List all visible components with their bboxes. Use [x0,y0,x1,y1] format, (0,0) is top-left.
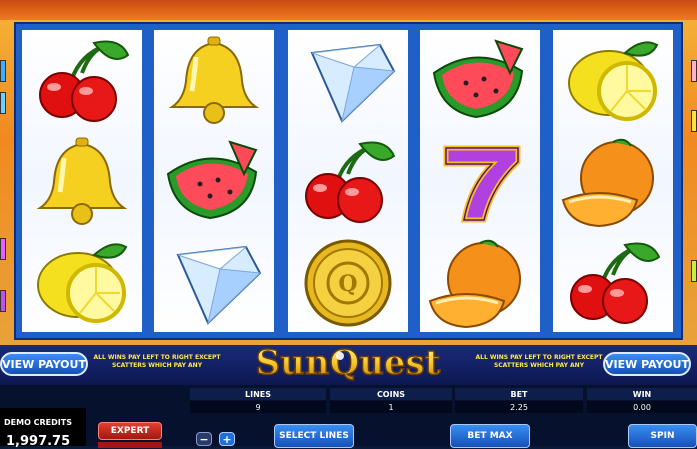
line-marker-left-2 [0,92,6,114]
line-marker-right-1 [691,60,697,82]
line-marker-right-2 [691,110,697,132]
reel-3-symbol-1 [288,30,408,130]
top-bar [0,0,697,20]
win-value: 0.00 [587,401,697,413]
reel-3-symbol-2 [288,131,408,231]
orange-icon [428,239,521,329]
credits-label: DEMO CREDITS [4,418,72,427]
watermelon-icon [166,140,258,220]
coins-value: 1 [330,401,452,413]
watermelon-icon [432,39,524,119]
pay-rule-note-left: ALL WINS PAY LEFT TO RIGHT EXCEPT SCATTE… [93,354,221,369]
bet-max-button[interactable]: BET MAX [450,424,530,448]
reel-4-symbol-1 [420,30,540,130]
line-marker-left-4 [0,290,6,312]
lines-increase-button[interactable]: + [219,432,235,446]
select-lines-button[interactable]: SELECT LINES [274,424,354,448]
reel-5 [553,30,673,332]
seven-icon [443,145,521,223]
view-payout-button-left[interactable]: VIEW PAYOUT [0,352,88,376]
cherry-icon [570,242,661,324]
lines-decrease-button[interactable]: − [196,432,212,446]
bet-value: 2.25 [455,401,583,413]
expert-button-lower[interactable] [98,442,162,448]
line-marker-left-1 [0,60,6,82]
expert-button[interactable]: EXPERT [98,422,162,440]
orange-icon [561,138,654,228]
reel-1-symbol-3 [22,232,142,332]
sun-coin-icon: Q [304,239,392,327]
reel-2 [154,30,274,332]
diamond-icon [176,245,262,325]
spin-button[interactable]: SPIN [628,424,697,448]
reel-1-symbol-2 [22,131,142,231]
reel-4-symbol-2 [420,131,540,231]
lemon-icon [37,243,128,323]
coins-label: COINS [330,388,452,400]
line-marker-left-3 [0,238,6,260]
sunquest-logo: SunQuest [255,342,442,384]
reel-2-symbol-3 [154,232,274,332]
lemon-icon [568,41,659,121]
reel-1 [22,30,142,332]
diamond-icon [310,43,396,123]
cherry-icon [305,141,396,223]
logo-text: SunQuest [256,343,441,383]
reel-4 [420,30,540,332]
credits-value: 1,997.75 [6,434,71,449]
win-label: WIN [587,388,697,400]
reel-3: Q [288,30,408,332]
reel-2-symbol-2 [154,131,274,231]
reel-5-symbol-3 [553,232,673,332]
reel-4-symbol-3 [420,232,540,332]
credits-panel: DEMO CREDITS 1,997.75 [0,408,86,449]
line-marker-right-3 [691,260,697,282]
reel-area: Q [14,22,683,340]
reel-5-symbol-2 [553,131,673,231]
cherry-icon [39,40,130,122]
bet-label: BET [455,388,583,400]
reel-5-symbol-1 [553,30,673,130]
reel-3-symbol-3: Q [288,232,408,332]
reel-2-symbol-1 [154,30,274,130]
pay-rule-note-right: ALL WINS PAY LEFT TO RIGHT EXCEPT SCATTE… [475,354,603,369]
reel-1-symbol-1 [22,30,142,130]
bell-icon [36,137,128,225]
svg-text:Q: Q [338,271,357,297]
view-payout-button-right[interactable]: VIEW PAYOUT [603,352,691,376]
bell-icon [168,36,260,124]
lines-value: 9 [190,401,326,413]
lines-label: LINES [190,388,326,400]
